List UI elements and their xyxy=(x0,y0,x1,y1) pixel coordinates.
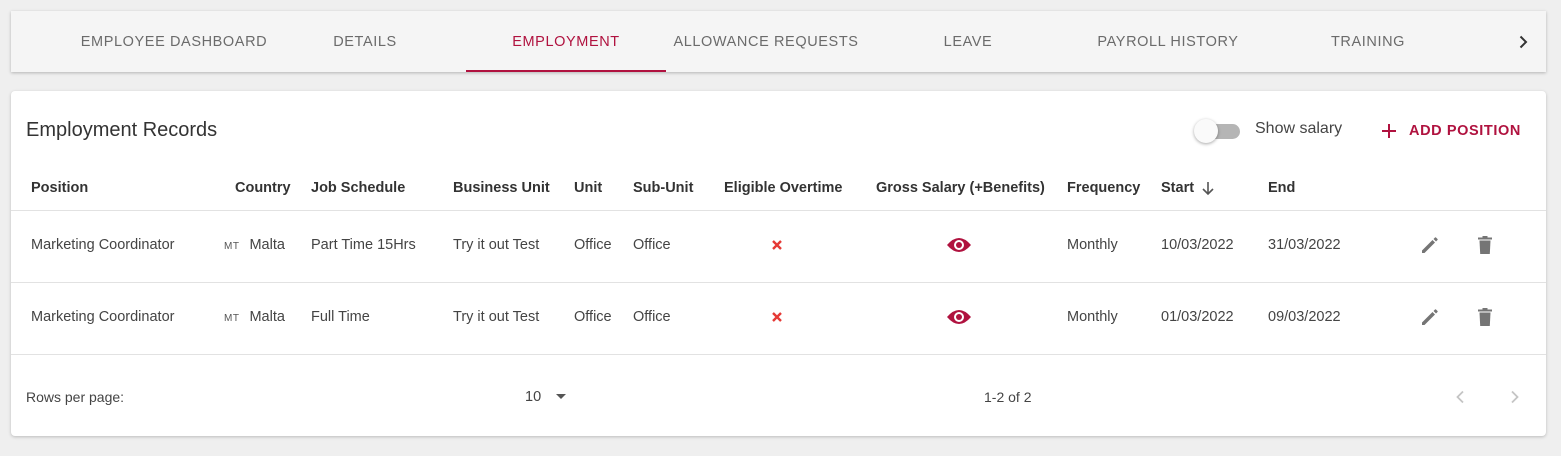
column-header-business-unit[interactable]: Business Unit xyxy=(453,180,550,196)
row-divider xyxy=(11,354,1546,355)
tab-employee-dashboard[interactable]: EMPLOYEE DASHBOARD xyxy=(74,11,274,72)
delete-button[interactable] xyxy=(1472,304,1498,330)
column-header-frequency[interactable]: Frequency xyxy=(1067,180,1140,196)
cell-unit: Office xyxy=(574,309,612,325)
eye-icon[interactable] xyxy=(946,308,972,326)
eye-icon[interactable] xyxy=(946,236,972,254)
previous-page-button[interactable] xyxy=(1447,384,1473,410)
edit-button[interactable] xyxy=(1417,304,1443,330)
cell-unit: Office xyxy=(574,237,612,253)
trash-icon xyxy=(1478,236,1492,254)
column-header-country[interactable]: Country xyxy=(235,180,291,196)
cell-frequency: Monthly xyxy=(1067,237,1118,253)
cell-business-unit: Try it out Test xyxy=(453,309,540,325)
cell-sub-unit: Office xyxy=(633,237,671,253)
tab-details[interactable]: DETAILS xyxy=(265,11,465,72)
pencil-icon xyxy=(1422,237,1438,253)
country-flag: MT xyxy=(224,241,240,252)
edit-button[interactable] xyxy=(1417,232,1443,258)
country-flag: MT xyxy=(224,313,240,324)
delete-button[interactable] xyxy=(1472,232,1498,258)
column-header-job-schedule[interactable]: Job Schedule xyxy=(311,180,405,196)
cell-position: Marketing Coordinator xyxy=(31,237,175,253)
column-header-end[interactable]: End xyxy=(1268,180,1295,196)
tab-allowance-requests[interactable]: ALLOWANCE REQUESTS xyxy=(666,11,866,72)
employment-records-card: Employment Records Show salary ADD POSIT… xyxy=(11,91,1546,436)
column-header-start-label: Start xyxy=(1161,180,1195,196)
country-name: Malta xyxy=(249,237,285,253)
trash-icon xyxy=(1478,308,1492,326)
row-divider xyxy=(11,282,1546,283)
cell-end: 31/03/2022 xyxy=(1268,237,1341,253)
cell-sub-unit: Office xyxy=(633,309,671,325)
tab-payroll-history[interactable]: PAYROLL HISTORY xyxy=(1068,11,1268,72)
cell-start: 10/03/2022 xyxy=(1161,237,1234,253)
show-salary-label: Show salary xyxy=(1255,120,1343,137)
tab-training[interactable]: TRAINING xyxy=(1268,11,1468,72)
column-header-position[interactable]: Position xyxy=(31,180,88,196)
column-header-eligible-overtime[interactable]: Eligible Overtime xyxy=(724,180,842,196)
show-salary-toggle[interactable] xyxy=(1194,119,1242,143)
country-name: Malta xyxy=(249,309,285,325)
cell-country: MT Malta xyxy=(224,237,285,253)
cell-end: 09/03/2022 xyxy=(1268,309,1341,325)
rows-per-page-value: 10 xyxy=(525,389,542,405)
plus-icon xyxy=(1382,124,1396,138)
column-header-gross-salary[interactable]: Gross Salary (+Benefits) xyxy=(876,180,1045,196)
cell-job-schedule: Full Time xyxy=(311,309,370,325)
tab-bar: EMPLOYEE DASHBOARD DETAILS EMPLOYMENT AL… xyxy=(11,11,1546,72)
column-header-unit[interactable]: Unit xyxy=(574,180,602,196)
header-divider xyxy=(11,210,1546,211)
cross-icon xyxy=(772,312,782,322)
cell-business-unit: Try it out Test xyxy=(453,237,540,253)
add-position-label: ADD POSITION xyxy=(1409,123,1521,139)
card-title: Employment Records xyxy=(26,119,218,141)
cell-job-schedule: Part Time 15Hrs xyxy=(311,237,416,253)
cell-frequency: Monthly xyxy=(1067,309,1118,325)
next-page-button[interactable] xyxy=(1502,384,1528,410)
chevron-left-icon xyxy=(1456,390,1464,404)
arrow-down-icon xyxy=(1202,182,1214,196)
pencil-icon xyxy=(1422,309,1438,325)
pagination-range: 1-2 of 2 xyxy=(984,389,1032,405)
column-header-sub-unit[interactable]: Sub-Unit xyxy=(633,180,693,196)
cell-country: MT Malta xyxy=(224,309,285,325)
rows-per-page-select[interactable]: 10 xyxy=(525,386,567,408)
chevron-right-icon xyxy=(1511,390,1519,404)
column-header-start[interactable]: Start xyxy=(1161,180,1216,196)
cell-start: 01/03/2022 xyxy=(1161,309,1234,325)
cross-icon xyxy=(772,240,782,250)
chevron-right-icon xyxy=(1519,35,1528,49)
tab-leave[interactable]: LEAVE xyxy=(868,11,1068,72)
caret-down-icon xyxy=(556,394,567,399)
toggle-thumb xyxy=(1194,119,1218,143)
add-position-button[interactable]: ADD POSITION xyxy=(1381,117,1521,145)
cell-position: Marketing Coordinator xyxy=(31,309,175,325)
tab-employment[interactable]: EMPLOYMENT xyxy=(466,11,666,72)
rows-per-page-label: Rows per page: xyxy=(26,389,125,405)
tabs-next-button[interactable] xyxy=(1510,29,1536,55)
